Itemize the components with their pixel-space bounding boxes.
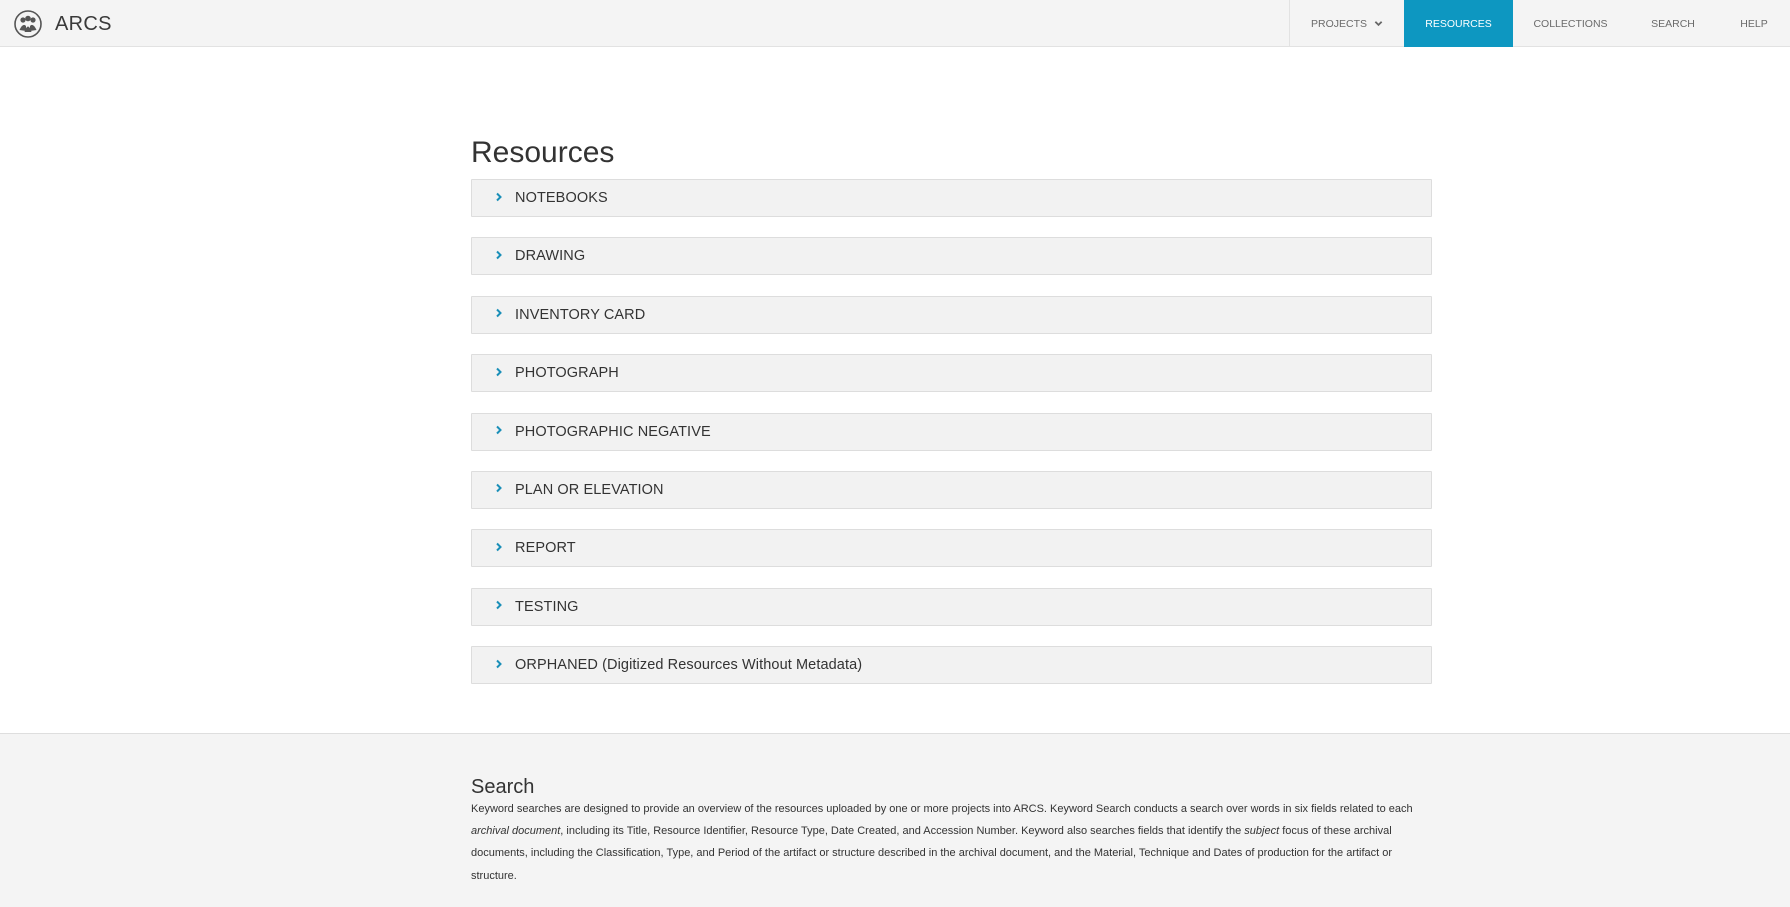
chevron-right-icon xyxy=(496,484,502,493)
nav-help-label: HELP xyxy=(1740,17,1768,30)
main-nav: PROJECTS RESOURCES COLLECTIONS SEARCH HE… xyxy=(1289,0,1790,47)
panel-plan-or-elevation[interactable]: PLAN OR ELEVATION xyxy=(471,470,1432,509)
panel-label: PHOTOGRAPHIC NEGATIVE xyxy=(515,423,711,440)
panel-report[interactable]: REPORT xyxy=(471,529,1432,568)
panel-orphaned[interactable]: ORPHANED (Digitized Resources Without Me… xyxy=(471,646,1432,685)
chevron-right-icon xyxy=(496,659,502,668)
search-info-content: Search Keyword searches are designed to … xyxy=(471,774,1432,887)
chevron-right-icon xyxy=(496,250,502,260)
panel-drawing[interactable]: DRAWING xyxy=(471,237,1432,276)
page-title: Resources xyxy=(471,136,615,169)
panel-label: NOTEBOOKS xyxy=(515,190,608,206)
nav-search[interactable]: SEARCH xyxy=(1628,0,1718,47)
nav-collections-label: COLLECTIONS xyxy=(1533,17,1608,30)
chevron-right-icon xyxy=(496,192,502,201)
chevron-down-icon xyxy=(1374,21,1383,27)
search-info-section: Search Keyword searches are designed to … xyxy=(0,733,1790,907)
chevron-right-icon xyxy=(496,367,502,376)
panel-label: DRAWING xyxy=(515,248,586,265)
panel-inventory-card[interactable]: INVENTORY CARD xyxy=(471,295,1432,334)
panel-label: PHOTOGRAPH xyxy=(515,365,619,382)
resource-panels: NOTEBOOKS DRAWING INVENTORY CARD PHOTOGR… xyxy=(471,179,1432,685)
panel-label: PLAN OR ELEVATION xyxy=(515,481,664,498)
chevron-right-icon xyxy=(496,309,502,318)
panel-testing[interactable]: TESTING xyxy=(471,587,1432,626)
panel-notebooks[interactable]: NOTEBOOKS xyxy=(471,179,1432,217)
chevron-right-icon xyxy=(496,542,502,552)
app-name: ARCS xyxy=(55,12,112,35)
panel-photographic-negative[interactable]: PHOTOGRAPHIC NEGATIVE xyxy=(471,412,1432,451)
arcs-logo-icon xyxy=(14,10,42,38)
chevron-right-icon xyxy=(496,601,502,610)
search-text-part: , including its Title, Resource Identifi… xyxy=(560,825,1245,838)
search-description: Keyword searches are designed to provide… xyxy=(471,798,1432,887)
search-text-part: Keyword searches are designed to provide… xyxy=(471,803,1413,815)
panel-label: INVENTORY CARD xyxy=(515,306,646,323)
nav-search-label: SEARCH xyxy=(1651,17,1695,30)
brand[interactable]: ARCS xyxy=(14,9,112,39)
nav-collections[interactable]: COLLECTIONS xyxy=(1513,0,1628,47)
search-title: Search xyxy=(471,776,535,798)
top-navbar: ARCS PROJECTS RESOURCES COLLECTIONS SEAR… xyxy=(0,0,1790,47)
panel-label: ORPHANED (Digitized Resources Without Me… xyxy=(515,657,863,674)
nav-projects-label: PROJECTS xyxy=(1310,17,1367,30)
panel-label: REPORT xyxy=(515,540,576,557)
main-content: Resources NOTEBOOKS DRAWING INVENTORY CA… xyxy=(471,130,1432,705)
nav-help[interactable]: HELP xyxy=(1718,0,1790,47)
panel-photograph[interactable]: PHOTOGRAPH xyxy=(471,354,1432,393)
chevron-right-icon xyxy=(496,425,502,435)
nav-resources[interactable]: RESOURCES xyxy=(1404,0,1513,47)
search-text-emphasis: subject xyxy=(1244,825,1280,838)
panel-label: TESTING xyxy=(515,598,579,615)
search-text-emphasis: archival document xyxy=(471,825,561,838)
nav-resources-label: RESOURCES xyxy=(1425,17,1492,30)
nav-projects[interactable]: PROJECTS xyxy=(1289,0,1404,47)
